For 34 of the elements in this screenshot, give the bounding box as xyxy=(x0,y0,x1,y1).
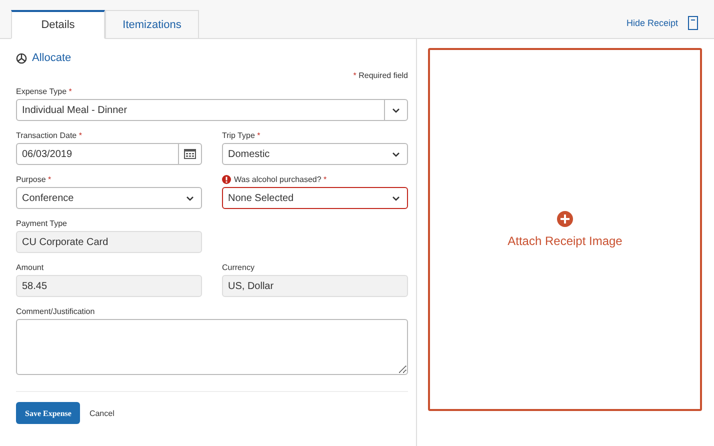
readonly-field: CU Corporate Card xyxy=(16,231,202,253)
allocate-link[interactable]: Allocate xyxy=(32,52,72,64)
field-label: Payment Type xyxy=(16,218,67,228)
tab[interactable]: Itemizations xyxy=(105,10,199,38)
attach-receipt-label: Attach Receipt Image xyxy=(508,234,622,248)
hide-receipt-link[interactable]: Hide Receipt xyxy=(626,18,678,28)
field-label: Was alcohol purchased? * xyxy=(234,174,327,184)
date-field[interactable]: 06/03/2019 xyxy=(16,143,202,165)
readonly-field: 58.45 xyxy=(16,275,202,297)
field-label: Amount xyxy=(16,262,44,272)
cancel-link[interactable]: Cancel xyxy=(89,408,114,418)
chevron-icon xyxy=(186,196,194,200)
field-label: Purpose * xyxy=(16,174,52,184)
calendar-icon[interactable] xyxy=(184,149,196,159)
save-expense-button[interactable]: Save Expense xyxy=(16,402,80,424)
chevron-icon xyxy=(392,108,400,112)
dropdown[interactable]: Domestic xyxy=(222,143,408,165)
field-label: Trip Type * xyxy=(222,130,260,140)
field-label: Expense Type * xyxy=(16,86,72,96)
chevron-icon xyxy=(392,152,400,156)
dropdown[interactable]: Individual Meal - Dinner xyxy=(16,99,408,121)
field-label: Comment/Justification xyxy=(16,306,95,316)
chevron-icon xyxy=(392,196,400,200)
readonly-field: US, Dollar xyxy=(222,275,408,297)
tab[interactable]: Details xyxy=(11,10,105,39)
dropdown[interactable]: None Selected xyxy=(222,187,408,209)
required-field-note: * Required field xyxy=(353,71,408,82)
receipt-drop-area[interactable]: Attach Receipt Image xyxy=(428,48,702,411)
receipt-icon[interactable] xyxy=(688,16,698,30)
field-label: Transaction Date * xyxy=(16,130,82,140)
field-label: Currency xyxy=(222,262,254,272)
pie-chart-icon[interactable] xyxy=(16,52,27,64)
dropdown[interactable]: Conference xyxy=(16,187,202,209)
add-icon xyxy=(557,211,573,227)
